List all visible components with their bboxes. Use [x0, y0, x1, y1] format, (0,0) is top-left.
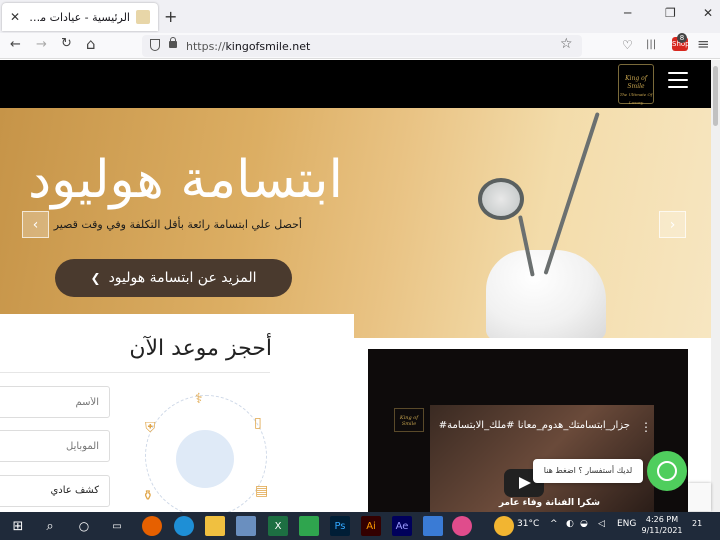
channel-logo[interactable]: King of Smile	[394, 408, 424, 432]
new-tab-button[interactable]: +	[164, 7, 177, 26]
notepad-icon[interactable]	[236, 516, 256, 536]
url-scheme: https://	[186, 39, 226, 53]
dental-chair-icon	[176, 430, 234, 488]
forward-arrow-icon[interactable]: →	[36, 37, 47, 52]
back-arrow-icon[interactable]: ←	[10, 37, 21, 52]
hero-more-button[interactable]: المزيد عن ابتسامة هوليود ❯	[55, 259, 292, 297]
slider-next-button[interactable]: ›	[659, 211, 686, 238]
visit-type-select[interactable]: كشف عادي	[0, 475, 110, 507]
logo-text: King of Smile	[625, 75, 647, 90]
weather-icon[interactable]	[494, 516, 514, 536]
name-input[interactable]	[0, 386, 110, 418]
window-maximize-button[interactable]: ❐	[665, 6, 676, 20]
hero-subtitle: أحصل علي ابتسامة رائعة بأقل التكلفة وفي …	[53, 218, 302, 231]
booking-title: أحجز موعد الآن	[129, 336, 272, 361]
firefox-icon[interactable]	[142, 516, 162, 536]
extension-badge-count: 8	[677, 33, 687, 43]
mobile-input[interactable]	[0, 430, 110, 462]
reload-icon[interactable]: ↻	[61, 36, 72, 51]
cortana-icon[interactable]: ○	[74, 516, 94, 536]
pocket-icon[interactable]: ♡	[622, 38, 633, 52]
taskbar-clock[interactable]: 4:26 PM 9/11/2021	[640, 514, 684, 536]
app-icon[interactable]	[452, 516, 472, 536]
tooth-shield-icon: ⛨	[145, 420, 156, 436]
language-indicator[interactable]: ENG	[617, 519, 636, 529]
page-scrollbar[interactable]	[711, 60, 720, 512]
window-close-button[interactable]: ✕	[703, 6, 713, 20]
logo-subtext: The Ultimate Of Luxury	[619, 92, 653, 105]
network-icon[interactable]: ◒	[580, 519, 588, 529]
chevron-left-icon: ❯	[90, 271, 101, 285]
url-domain: kingofsmile.net	[225, 39, 311, 53]
windows-start-icon[interactable]: ⊞	[8, 516, 28, 536]
whatsapp-icon	[657, 461, 677, 481]
tray-overflow-icon[interactable]: ^	[550, 519, 558, 529]
hero-title: ابتسامة هوليود	[28, 150, 343, 210]
library-icon[interactable]: |||	[646, 39, 656, 50]
medicine-bottle-icon: ⚱	[142, 488, 154, 504]
tracking-protection-icon[interactable]	[150, 39, 160, 51]
whatsapp-bubble[interactable]: لديك أستفسار ؟ اضغط هنا	[533, 459, 643, 483]
stethoscope-icon: ⚕	[195, 391, 203, 407]
site-menu-icon[interactable]	[668, 72, 688, 90]
phone-tooth-icon: ▯	[254, 415, 262, 431]
video-more-icon[interactable]: ⋮	[640, 420, 652, 434]
site-favicon-icon	[136, 10, 150, 24]
file-explorer-icon[interactable]	[205, 516, 225, 536]
after-effects-icon[interactable]: Ae	[392, 516, 412, 536]
clipboard-icon: ▤	[255, 483, 269, 499]
site-header	[0, 60, 711, 108]
star-icon[interactable]: ☆	[560, 36, 573, 52]
photos-icon[interactable]	[423, 516, 443, 536]
dental-mirror-icon	[478, 178, 524, 220]
illustrator-icon[interactable]: Ai	[361, 516, 381, 536]
tab-title: الرئيسية - عيادات ملك الأبتسامة	[26, 10, 130, 24]
browser-tab[interactable]: الرئيسية - عيادات ملك الأبتسامة ✕	[2, 3, 158, 31]
clock-date: 9/11/2021	[641, 526, 683, 535]
search-icon[interactable]: ⌕	[40, 516, 60, 536]
clock-time: 4:26 PM	[645, 515, 679, 524]
photoshop-icon[interactable]: Ps	[330, 516, 350, 536]
channel-logo-text: King of Smile	[399, 415, 419, 427]
weather-temp[interactable]: 31°C	[517, 519, 539, 529]
excel-icon[interactable]: X	[268, 516, 288, 536]
video-caption: شكرا الفنانة وفاء عامر	[498, 498, 600, 508]
whatsapp-button[interactable]	[647, 451, 687, 491]
tray-app-icon[interactable]: ◐	[566, 519, 574, 529]
recaptcha-badge[interactable]	[688, 483, 711, 511]
video-title[interactable]: جزار_ابتسامتك_هدوم_معانا #ملك_الابتسامة#	[430, 420, 630, 431]
slider-prev-button[interactable]: ‹	[22, 211, 49, 238]
scrollbar-thumb[interactable]	[713, 66, 718, 126]
edge-icon[interactable]	[174, 516, 194, 536]
booking-divider	[0, 372, 270, 373]
lock-icon[interactable]	[169, 37, 177, 48]
tab-close-icon[interactable]: ✕	[10, 10, 20, 24]
notification-count[interactable]: 21	[692, 519, 702, 528]
site-logo[interactable]: King of Smile The Ultimate Of Luxury	[618, 64, 654, 105]
hero-button-label: المزيد عن ابتسامة هوليود	[108, 270, 257, 286]
url-bar[interactable]: https://kingofsmile.net	[142, 35, 582, 57]
task-view-icon[interactable]: ▭	[107, 516, 127, 536]
home-icon[interactable]: ⌂	[86, 35, 96, 53]
camtasia-icon[interactable]	[299, 516, 319, 536]
window-minimize-button[interactable]: ─	[624, 6, 631, 20]
hamburger-menu-icon[interactable]: ≡	[697, 35, 710, 53]
volume-icon[interactable]: ◁	[598, 519, 605, 529]
